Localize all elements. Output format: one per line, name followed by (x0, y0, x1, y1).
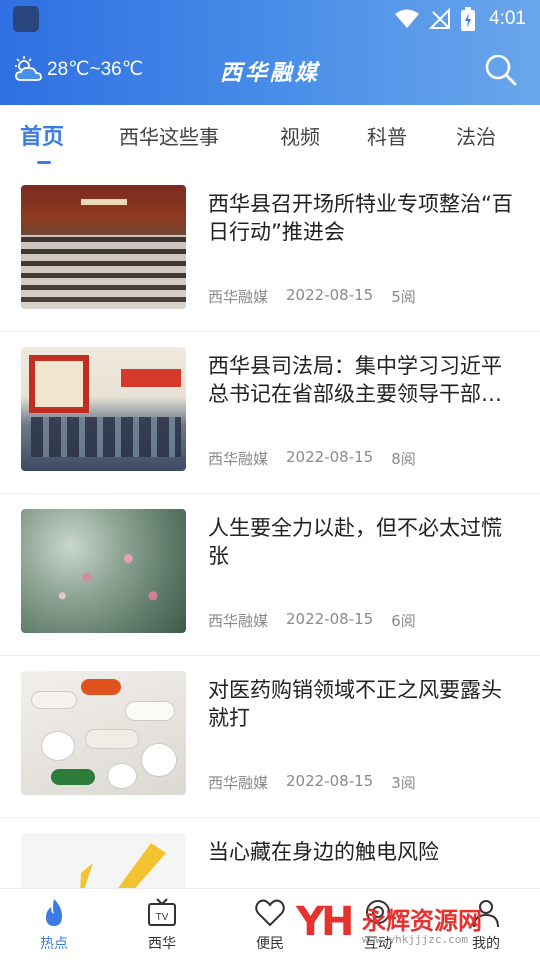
article-meta: 西华融媒 2022-08-15 5阅 (208, 286, 416, 307)
article-list: 西华县召开场所特业专项整治“百日行动”推进会 西华融媒 2022-08-15 5… (0, 170, 540, 960)
watermark-text: 永辉资源网 (362, 907, 482, 935)
article-item[interactable]: 西华县召开场所特业专项整治“百日行动”推进会 西华融媒 2022-08-15 5… (0, 170, 540, 332)
app-header: 28℃~36℃ 西华融媒 (0, 38, 540, 105)
article-source: 西华融媒 (208, 288, 269, 306)
nav-hot[interactable]: 热点 (0, 889, 108, 960)
wifi-icon (395, 9, 420, 28)
app-title: 西华融媒 (219, 60, 320, 86)
article-title: 西华县召开场所特业专项整治“百日行动”推进会 (208, 192, 513, 244)
no-signal-icon (429, 8, 451, 29)
tab-indicator (37, 161, 51, 164)
search-icon (485, 54, 517, 86)
article-title: 人生要全力以赴，但不必太过慌张 (208, 516, 502, 568)
article-thumbnail (21, 671, 186, 795)
article-thumbnail (21, 509, 186, 633)
article-date: 2022-08-15 (286, 772, 374, 790)
svg-text:TV: TV (156, 912, 169, 923)
status-bar: 4:01 (0, 0, 540, 38)
article-title: 当心藏在身边的触电风险 (208, 840, 439, 864)
article-item[interactable]: 人生要全力以赴，但不必太过慌张 西华融媒 2022-08-15 6阅 (0, 494, 540, 656)
status-icons: 4:01 (395, 0, 526, 38)
watermark-logo: YH (296, 899, 354, 945)
article-item[interactable]: 对医药购销领域不正之风要露头就打 西华融媒 2022-08-15 3阅 (0, 656, 540, 818)
tab-video[interactable]: 视频 (280, 121, 320, 150)
category-tabs: 首页 西华这些事 视频 科普 法治 (0, 105, 540, 167)
article-title: 对医药购销领域不正之风要露头就打 (208, 678, 502, 730)
nav-label: 西华 (148, 936, 176, 952)
nav-label: 热点 (40, 936, 68, 952)
article-date: 2022-08-15 (286, 448, 374, 466)
nav-xihua[interactable]: TV 西华 (108, 889, 216, 960)
article-date: 2022-08-15 (286, 286, 374, 304)
article-meta: 西华融媒 2022-08-15 3阅 (208, 772, 416, 793)
battery-icon (461, 7, 476, 31)
article-meta: 西华融媒 2022-08-15 8阅 (208, 448, 416, 469)
article-source: 西华融媒 (208, 774, 269, 792)
flame-icon (46, 899, 62, 926)
tab-science[interactable]: 科普 (367, 121, 407, 150)
article-meta: 西华融媒 2022-08-15 6阅 (208, 610, 416, 631)
article-title: 西华县司法局：集中学习习近平总书记在省部级主要领导干部专题研讨班上的重要讲话精神 (208, 354, 502, 406)
heart-icon (255, 899, 285, 927)
tv-icon: TV (148, 898, 176, 926)
article-date: 2022-08-15 (286, 610, 374, 628)
article-item[interactable]: 西华县司法局：集中学习习近平总书记在省部级主要领导干部专题研讨班上的重要讲话精神… (0, 332, 540, 494)
tab-law[interactable]: 法治 (456, 121, 496, 150)
app-notification-icon (13, 6, 39, 32)
article-thumbnail (21, 347, 186, 471)
tab-xihua-stories[interactable]: 西华这些事 (119, 121, 219, 150)
article-reads: 3阅 (391, 774, 416, 792)
watermark: YH 永辉资源网 www.yhkjjjzc.com (290, 895, 520, 955)
clock: 4:01 (489, 8, 526, 29)
article-reads: 5阅 (391, 288, 416, 306)
article-source: 西华融媒 (208, 450, 269, 468)
article-source: 西华融媒 (208, 612, 269, 630)
article-reads: 8阅 (391, 450, 416, 468)
search-button[interactable] (484, 53, 518, 87)
article-thumbnail (21, 185, 186, 309)
article-reads: 6阅 (391, 612, 416, 630)
tab-home[interactable]: 首页 (20, 119, 64, 151)
watermark-url: www.yhkjjjzc.com (362, 933, 468, 946)
